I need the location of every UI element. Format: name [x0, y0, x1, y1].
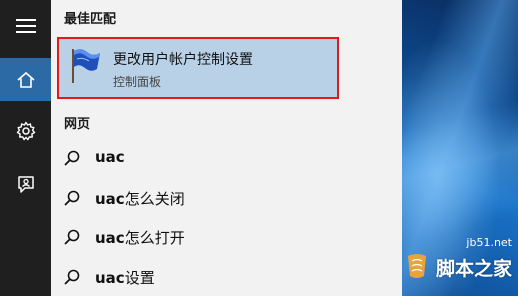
hamburger-icon: [15, 18, 36, 33]
web-result-text: uac怎么关闭: [95, 190, 185, 208]
web-result-text: uac怎么打开: [95, 229, 185, 247]
web-result-item[interactable]: uac怎么关闭: [51, 179, 402, 217]
web-result-item[interactable]: uac: [51, 139, 402, 177]
best-match-title: 更改用户帐户控制设置: [113, 52, 253, 68]
search-results-panel: 最佳匹配 更改用户帐户控制设置 控制面板 网页 uac uac怎么关闭 uac怎…: [51, 0, 402, 296]
home-button[interactable]: [0, 58, 51, 101]
web-heading: 网页: [64, 117, 91, 132]
home-icon: [16, 71, 35, 88]
web-result-text: uac: [95, 148, 125, 166]
search-icon: [64, 150, 80, 166]
feedback-icon: [17, 175, 34, 193]
web-result-text: uac设置: [95, 269, 155, 287]
flag-icon: [72, 49, 100, 83]
watermark-domain: jb51.net: [466, 236, 512, 249]
watermark-name: 脚本之家: [435, 258, 512, 280]
settings-button[interactable]: [0, 109, 51, 152]
search-icon: [64, 269, 80, 285]
best-match-heading: 最佳匹配: [64, 12, 117, 27]
menu-button[interactable]: [0, 4, 51, 47]
watermark-logo-icon: [408, 254, 426, 278]
search-icon: [64, 229, 80, 245]
feedback-button[interactable]: [0, 163, 51, 206]
web-result-item[interactable]: uac设置: [51, 258, 402, 296]
start-sidebar: [0, 0, 51, 296]
watermark: jb51.net 脚本之家: [402, 232, 518, 296]
desktop-wallpaper: jb51.net 脚本之家: [402, 0, 518, 296]
best-match-subtitle: 控制面板: [113, 75, 162, 89]
web-result-item[interactable]: uac怎么打开: [51, 218, 402, 256]
search-icon: [64, 190, 80, 206]
gear-icon: [16, 121, 35, 140]
best-match-result[interactable]: 更改用户帐户控制设置 控制面板: [57, 37, 339, 99]
